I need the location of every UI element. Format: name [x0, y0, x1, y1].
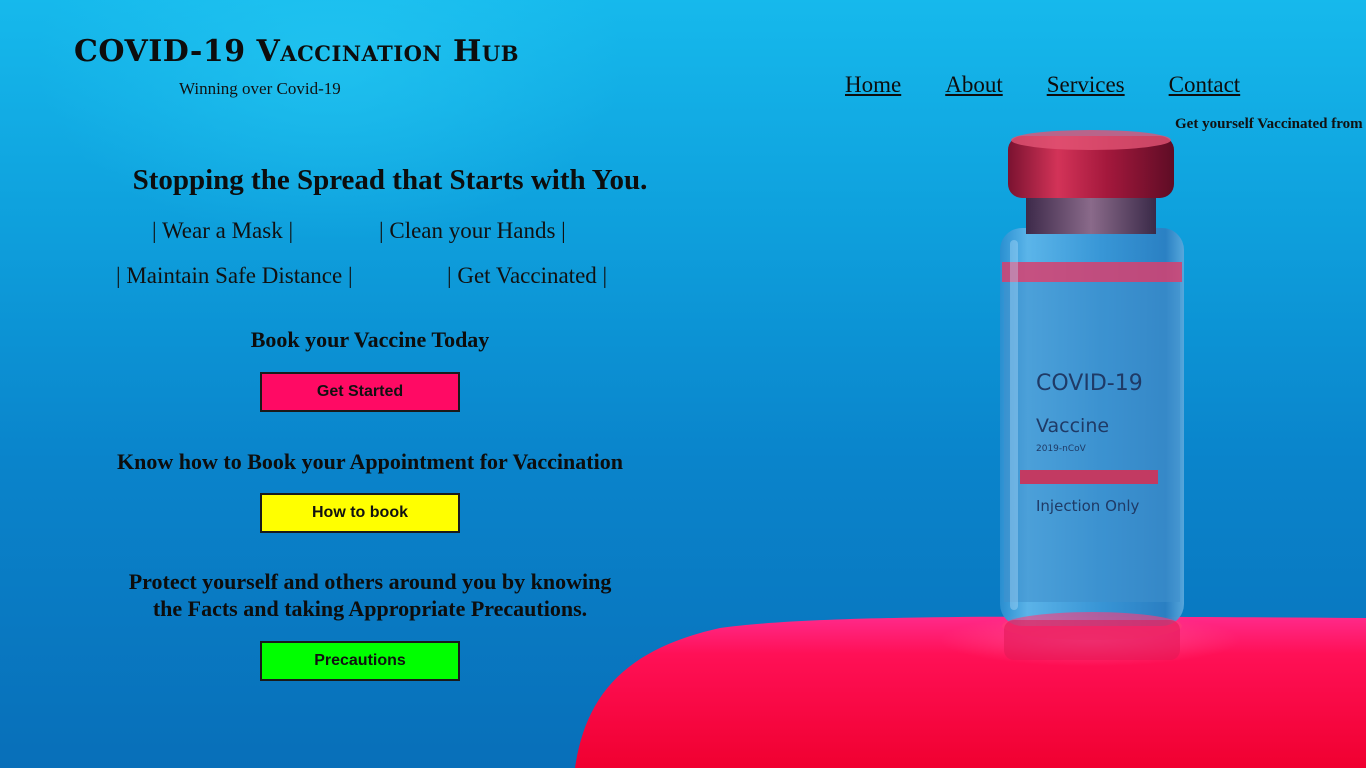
- precautions-heading-line1: Protect yourself and others around you b…: [128, 569, 612, 594]
- tip-clean-hands: | Clean your Hands |: [379, 218, 566, 243]
- tip-get-vaccinated: | Get Vaccinated |: [447, 263, 608, 288]
- site-tagline: Winning over Covid-19: [179, 79, 341, 98]
- nav-link-about[interactable]: About: [945, 72, 1003, 98]
- vial-label-line2: Vaccine: [1036, 415, 1109, 437]
- vial-label-line1: COVID-19: [1036, 371, 1143, 396]
- hero-section: Stopping the Spread that Starts with You…: [100, 164, 680, 681]
- scrolling-announcement: Get yourself Vaccinated from: [1175, 116, 1363, 132]
- nav-link-contact[interactable]: Contact: [1169, 72, 1241, 98]
- precautions-heading-line2: the Facts and taking Appropriate Precaut…: [152, 596, 588, 621]
- vaccine-vial-image: COVID-19 Vaccine 2019-nCoV Injection Onl…: [575, 130, 1366, 768]
- vial-label-line4: Injection Only: [1036, 497, 1140, 515]
- site-title: COVID-19 Vaccination Hub: [74, 34, 519, 69]
- how-to-book-button[interactable]: How to book: [260, 493, 460, 533]
- tip-safe-distance: | Maintain Safe Distance |: [116, 263, 353, 288]
- precautions-button[interactable]: Precautions: [260, 641, 460, 681]
- main-nav: Home About Services Contact: [845, 72, 1240, 98]
- precautions-heading: Protect yourself and others around you b…: [80, 568, 660, 622]
- nav-link-services[interactable]: Services: [1047, 72, 1125, 98]
- book-vaccine-heading: Book your Vaccine Today: [250, 327, 490, 352]
- get-started-button[interactable]: Get Started: [260, 372, 460, 412]
- vial-label-line3: 2019-nCoV: [1036, 444, 1087, 454]
- hero-headline: Stopping the Spread that Starts with You…: [132, 164, 648, 196]
- how-to-book-heading: Know how to Book your Appointment for Va…: [117, 449, 623, 474]
- nav-link-home[interactable]: Home: [845, 72, 901, 98]
- tip-wear-mask: | Wear a Mask |: [152, 218, 294, 243]
